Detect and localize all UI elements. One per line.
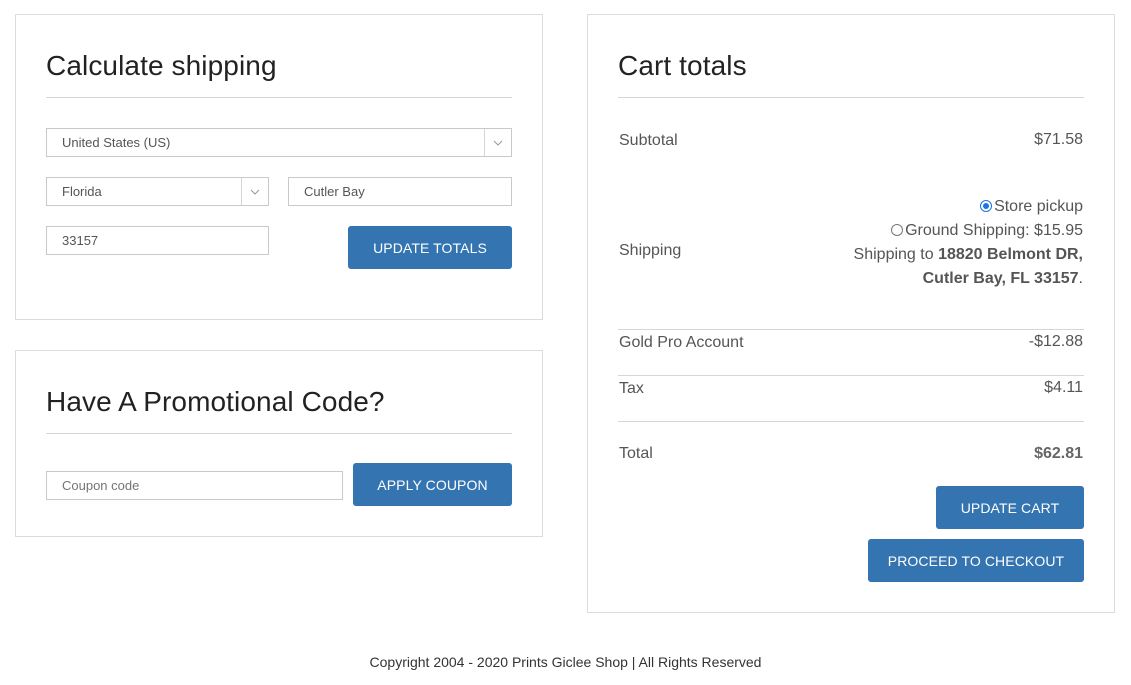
- apply-coupon-button[interactable]: APPLY COUPON: [353, 463, 512, 506]
- shipping-option-ground[interactable]: Ground Shipping: $15.95: [854, 219, 1083, 243]
- shipping-destination: Shipping to 18820 Belmont DR,: [854, 243, 1083, 267]
- radio-icon[interactable]: [891, 224, 904, 236]
- state-select[interactable]: Florida: [46, 177, 269, 206]
- subtotal-label: Subtotal: [619, 132, 678, 149]
- chevron-down-icon: [241, 178, 268, 205]
- total-value: $62.81: [1034, 445, 1083, 462]
- shipping-address-line1: 18820 Belmont DR,: [938, 246, 1083, 263]
- tax-value: $4.11: [1044, 379, 1083, 396]
- promo-code-title: Have A Promotional Code?: [46, 386, 385, 417]
- discount-value: -$12.88: [1028, 333, 1083, 350]
- discount-label: Gold Pro Account: [619, 334, 744, 351]
- shipping-option-label: Ground Shipping: $15.95: [905, 222, 1083, 239]
- proceed-to-checkout-button[interactable]: PROCEED TO CHECKOUT: [868, 539, 1084, 582]
- coupon-code-input[interactable]: [46, 471, 343, 500]
- shipping-destination-cont: Cutler Bay, FL 33157.: [854, 267, 1083, 291]
- calculate-shipping-title: Calculate shipping: [46, 50, 277, 81]
- calculate-shipping-panel: Calculate shipping United States (US) Fl…: [15, 14, 543, 320]
- tax-label: Tax: [619, 380, 644, 397]
- divider: [618, 329, 1084, 330]
- shipping-label: Shipping: [619, 242, 682, 259]
- state-select-value: Florida: [62, 184, 102, 199]
- update-totals-button[interactable]: UPDATE TOTALS: [348, 226, 512, 269]
- divider: [46, 433, 512, 434]
- city-field-value: Cutler Bay: [304, 184, 365, 199]
- shipping-to-prefix: Shipping to: [853, 246, 939, 263]
- promo-code-panel: Have A Promotional Code? APPLY COUPON: [15, 350, 543, 537]
- country-select[interactable]: United States (US): [46, 128, 512, 157]
- update-cart-button[interactable]: UPDATE CART: [936, 486, 1084, 529]
- shipping-address-suffix: .: [1078, 270, 1083, 287]
- shipping-option-store-pickup[interactable]: Store pickup: [854, 195, 1083, 219]
- shipping-options: Store pickup Ground Shipping: $15.95 Shi…: [854, 195, 1083, 291]
- country-select-value: United States (US): [62, 135, 171, 150]
- radio-selected-icon[interactable]: [980, 200, 993, 212]
- divider: [46, 97, 512, 98]
- divider: [618, 375, 1084, 376]
- shipping-option-label: Store pickup: [994, 198, 1083, 215]
- zip-field-value: 33157: [62, 233, 99, 248]
- cart-totals-panel: Cart totals Subtotal $71.58 Shipping Sto…: [587, 14, 1115, 613]
- zip-field[interactable]: 33157: [46, 226, 269, 255]
- city-field[interactable]: Cutler Bay: [288, 177, 512, 206]
- subtotal-value: $71.58: [1034, 131, 1083, 148]
- footer-copyright: Copyright 2004 - 2020 Prints Giclee Shop…: [369, 654, 762, 670]
- total-label: Total: [619, 445, 653, 462]
- cart-totals-title: Cart totals: [618, 50, 747, 81]
- chevron-down-icon: [484, 129, 511, 156]
- divider: [618, 97, 1084, 98]
- divider: [618, 421, 1084, 422]
- shipping-address-line2: Cutler Bay, FL 33157: [922, 270, 1079, 287]
